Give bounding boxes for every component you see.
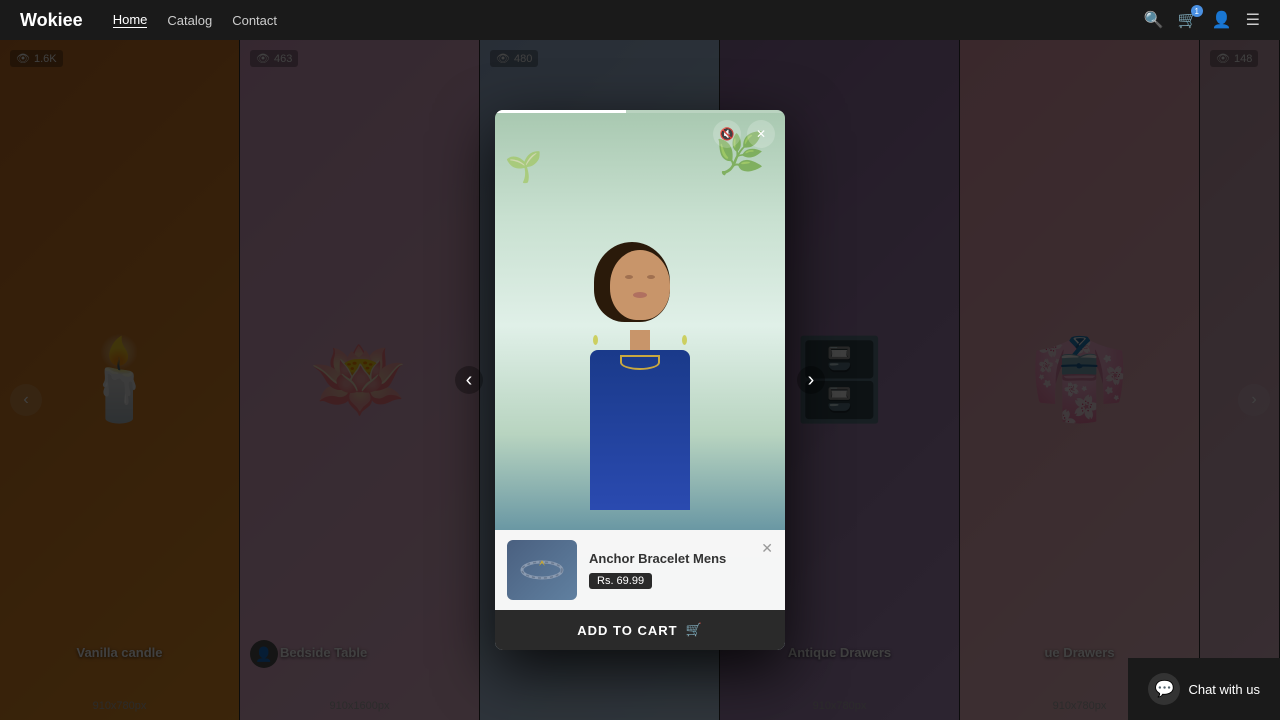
menu-icon[interactable]: ☰: [1246, 10, 1260, 30]
product-name: Anchor Bracelet Mens: [589, 551, 749, 568]
chat-label: Chat with us: [1188, 682, 1260, 697]
woman-head: [610, 250, 670, 320]
product-image: [507, 540, 577, 600]
woman-neck: [630, 330, 650, 350]
add-to-cart-button[interactable]: ADD TO CART 🛒: [495, 610, 785, 650]
navbar-icons: 🔍 🛒 1 👤 ☰: [1144, 10, 1260, 30]
cart-icon-btn: 🛒: [686, 622, 703, 638]
modal-backdrop: ‹: [0, 40, 1280, 720]
navbar-logo: Wokiee: [20, 10, 83, 31]
close-button[interactable]: ✕: [747, 120, 775, 148]
bg-plant-2: 🌱: [505, 150, 542, 185]
modal-arrow-right[interactable]: ›: [797, 366, 825, 394]
navbar-link-home[interactable]: Home: [113, 12, 148, 28]
navbar: Wokiee Home Catalog Contact 🔍 🛒 1 👤 ☰: [0, 0, 1280, 40]
product-info: Anchor Bracelet Mens Rs. 69.99: [589, 551, 749, 589]
mute-button[interactable]: 🔇: [713, 120, 741, 148]
modal-arrow-left[interactable]: ‹: [455, 366, 483, 394]
modal-progress-bar-bg: [495, 110, 785, 113]
product-price: Rs. 69.99: [589, 573, 652, 589]
product-card-inner: Anchor Bracelet Mens Rs. 69.99 ✕: [495, 530, 785, 610]
chat-icon: 💬: [1148, 673, 1180, 705]
user-icon[interactable]: 👤: [1212, 10, 1232, 30]
mute-icon: 🔇: [720, 127, 735, 141]
woman-body: [590, 350, 690, 510]
search-icon[interactable]: 🔍: [1144, 10, 1164, 30]
modal-progress-bar-fill: [495, 110, 626, 113]
modal: 🌿 🌱 🔇 ✕: [495, 110, 785, 650]
chat-widget[interactable]: 💬 Chat with us: [1128, 658, 1280, 720]
navbar-link-contact[interactable]: Contact: [232, 13, 277, 28]
navbar-links: Home Catalog Contact: [113, 12, 277, 28]
cart-badge: 1: [1191, 5, 1203, 17]
woman-necklace: [620, 355, 660, 370]
cart-icon[interactable]: 🛒 1: [1178, 10, 1198, 30]
add-to-cart-label: ADD TO CART: [577, 623, 677, 638]
navbar-link-catalog[interactable]: Catalog: [167, 13, 212, 28]
product-close-button[interactable]: ✕: [761, 540, 773, 557]
product-card: Anchor Bracelet Mens Rs. 69.99 ✕ ADD TO …: [495, 530, 785, 650]
woman-figure: [570, 250, 710, 530]
modal-controls: 🔇 ✕: [713, 120, 775, 148]
close-icon: ✕: [756, 127, 766, 141]
